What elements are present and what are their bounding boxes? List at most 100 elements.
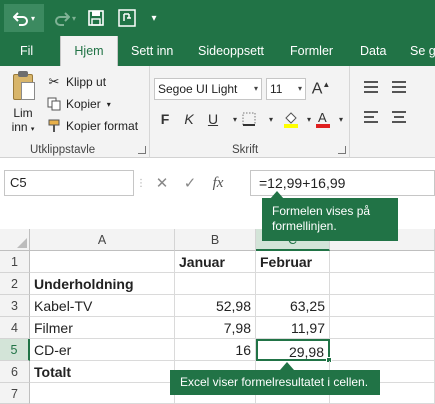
align-center-button[interactable] xyxy=(390,108,408,126)
cut-button[interactable]: ✂ Klipp ut xyxy=(46,72,106,92)
cell-b2[interactable] xyxy=(175,273,256,295)
tab-data[interactable]: Data xyxy=(360,36,386,66)
format-painter-button[interactable]: Kopier format xyxy=(46,116,138,136)
align-top-button[interactable] xyxy=(362,78,380,96)
svg-text:A: A xyxy=(318,110,327,125)
cell-d3[interactable] xyxy=(330,295,435,317)
undo-button[interactable]: ▾ xyxy=(4,4,44,32)
clipboard-launcher-icon[interactable] xyxy=(138,146,146,154)
clipboard-group: Lim inn ▾ ✂ Klipp ut Kopier ▾ Kopier for… xyxy=(0,66,150,158)
column-header-a[interactable]: A xyxy=(30,229,175,251)
callout-arrow xyxy=(280,362,294,370)
formula-bar-callout: Formelen vises på formellinjen. xyxy=(262,198,398,241)
chevron-down-icon: ▾ xyxy=(253,84,258,93)
chevron-down-icon: ▾ xyxy=(30,13,35,23)
paste-sub-label: inn ▾ xyxy=(11,120,35,134)
font-color-dropdown[interactable]: ▾ xyxy=(330,108,352,130)
tab-page-layout[interactable]: Sideoppsett xyxy=(198,36,264,66)
cell-a1[interactable] xyxy=(30,251,175,273)
column-header-b[interactable]: B xyxy=(175,229,256,251)
tab-file[interactable]: Fil xyxy=(20,36,33,66)
paste-icon xyxy=(10,70,36,102)
formula-bar-grip-icon: ⋮ xyxy=(136,177,146,189)
cell-d5[interactable] xyxy=(330,339,435,361)
ribbon: Lim inn ▾ ✂ Klipp ut Kopier ▾ Kopier for… xyxy=(0,66,435,158)
name-box[interactable]: C5 xyxy=(4,170,134,196)
cell-c5-active[interactable]: 29,98 xyxy=(256,339,330,361)
save-button[interactable] xyxy=(84,4,108,32)
cell-a6[interactable]: Totalt xyxy=(30,361,175,383)
increase-font-button[interactable]: A▲ xyxy=(310,78,332,100)
touch-mode-button[interactable] xyxy=(114,4,140,32)
font-launcher-icon[interactable] xyxy=(338,146,346,154)
cell-c1[interactable]: Februar xyxy=(256,251,330,273)
font-size-select[interactable]: 11 ▾ xyxy=(266,78,306,100)
cell-c2[interactable] xyxy=(256,273,330,295)
tab-review[interactable]: Se gj xyxy=(410,36,435,66)
font-size-value: 11 xyxy=(270,82,283,96)
enter-icon[interactable]: ✓ xyxy=(176,174,204,192)
cell-d2[interactable] xyxy=(330,273,435,295)
cell-b3[interactable]: 52,98 xyxy=(175,295,256,317)
underline-button[interactable]: U xyxy=(202,108,224,130)
cell-a7[interactable] xyxy=(30,383,175,404)
borders-dropdown[interactable]: ▾ xyxy=(260,108,282,130)
chevron-down-icon: ▾ xyxy=(71,13,76,23)
chevron-down-icon[interactable]: ▾ xyxy=(107,100,111,109)
save-icon xyxy=(88,10,104,26)
customize-qat-button[interactable]: ▾ xyxy=(146,4,162,32)
align-left-button[interactable] xyxy=(362,108,380,126)
increase-font-icon: A▲ xyxy=(311,79,331,98)
row-header[interactable]: 3 xyxy=(0,295,30,317)
row-header[interactable]: 7 xyxy=(0,383,30,404)
align-middle-button[interactable] xyxy=(390,78,408,96)
chevron-down-icon: ▾ xyxy=(297,84,302,93)
tab-home[interactable]: Hjem xyxy=(60,36,118,66)
scissors-icon: ✂ xyxy=(48,74,60,89)
cell-b1[interactable]: Januar xyxy=(175,251,256,273)
alignment-group xyxy=(350,66,435,158)
fill-color-icon xyxy=(284,112,298,128)
cell-d1[interactable] xyxy=(330,251,435,273)
touch-mode-icon xyxy=(118,9,136,27)
cell-a4[interactable]: Filmer xyxy=(30,317,175,339)
row-header[interactable]: 6 xyxy=(0,361,30,383)
row-header[interactable]: 5 xyxy=(0,339,30,361)
cell-a2[interactable]: Underholdning xyxy=(30,273,175,295)
clipboard-group-label: Utklippstavle xyxy=(30,144,96,156)
insert-function-icon[interactable]: fx xyxy=(204,175,232,192)
borders-button[interactable] xyxy=(238,108,260,130)
tab-insert[interactable]: Sett inn xyxy=(131,36,173,66)
italic-button[interactable]: K xyxy=(178,108,200,130)
redo-button[interactable]: ▾ xyxy=(50,4,80,32)
cell-c3[interactable]: 63,25 xyxy=(256,295,330,317)
tab-formulas[interactable]: Formler xyxy=(290,36,333,66)
select-all-button[interactable] xyxy=(0,229,30,251)
cell-d4[interactable] xyxy=(330,317,435,339)
borders-icon xyxy=(242,112,256,126)
ribbon-tabs: Fil Hjem Sett inn Sideoppsett Formler Da… xyxy=(0,36,435,66)
font-group-label: Skrift xyxy=(232,144,259,156)
font-name-value: Segoe UI Light xyxy=(158,82,238,96)
redo-icon xyxy=(55,12,70,26)
font-name-select[interactable]: Segoe UI Light ▾ xyxy=(154,78,262,100)
row-header[interactable]: 4 xyxy=(0,317,30,339)
cell-a3[interactable]: Kabel-TV xyxy=(30,295,175,317)
paste-button[interactable]: Lim inn ▾ xyxy=(6,70,40,137)
formula-buttons: ⋮ ✕ ✓ fx xyxy=(136,170,248,196)
row-header[interactable]: 1 xyxy=(0,251,30,273)
row-header[interactable]: 2 xyxy=(0,273,30,295)
cell-a5[interactable]: CD-er xyxy=(30,339,175,361)
cell-result-callout: Excel viser formelresultatet i cellen. xyxy=(170,370,380,395)
copy-icon xyxy=(46,96,62,112)
bold-button[interactable]: F xyxy=(154,108,176,130)
paste-label: Lim xyxy=(13,106,33,120)
chevron-down-icon: ▾ xyxy=(306,114,311,124)
copy-button[interactable]: Kopier ▾ xyxy=(46,94,111,114)
cell-b5[interactable]: 16 xyxy=(175,339,256,361)
cell-b4[interactable]: 7,98 xyxy=(175,317,256,339)
cancel-icon[interactable]: ✕ xyxy=(148,174,176,192)
quick-access-toolbar: ▾ ▾ ▾ xyxy=(0,0,435,36)
cell-c4[interactable]: 11,97 xyxy=(256,317,330,339)
chevron-down-icon: ▾ xyxy=(268,114,273,124)
